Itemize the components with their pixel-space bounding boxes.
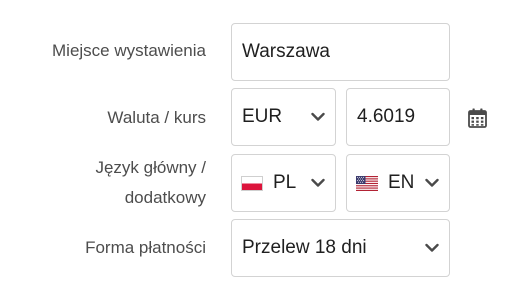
place-input[interactable]: Warszawa (231, 23, 450, 81)
payment-method-value: Przelew 18 dni (242, 237, 367, 258)
place-value: Warszawa (242, 41, 330, 62)
poland-flag-icon (241, 175, 263, 191)
place-label: Miejsce wystawienia (52, 41, 206, 60)
language-label: Język główny / dodatkowy (95, 154, 206, 212)
primary-language-value: PL (273, 172, 297, 193)
chevron-down-icon (311, 178, 325, 187)
language-label-line1: Język główny / (95, 158, 206, 177)
language-label-line2: dodatkowy (124, 188, 206, 207)
secondary-language-select[interactable]: EN (346, 154, 450, 212)
currency-select[interactable]: EUR (231, 88, 336, 146)
exchange-rate-input[interactable]: 4.6019 (346, 88, 450, 146)
chevron-down-icon (425, 178, 439, 187)
secondary-language-value: EN (388, 172, 415, 193)
currency-selected: EUR (242, 106, 283, 127)
calendar-icon[interactable] (468, 108, 487, 128)
chevron-down-icon (425, 243, 439, 252)
payment-method-select[interactable]: Przelew 18 dni (231, 219, 450, 277)
currency-label: Waluta / kurs (107, 108, 206, 127)
usa-flag-icon (356, 175, 378, 191)
chevron-down-icon (311, 112, 325, 121)
exchange-rate-value: 4.6019 (357, 106, 416, 127)
payment-label: Forma płatności (85, 238, 206, 257)
primary-language-select[interactable]: PL (231, 154, 336, 212)
